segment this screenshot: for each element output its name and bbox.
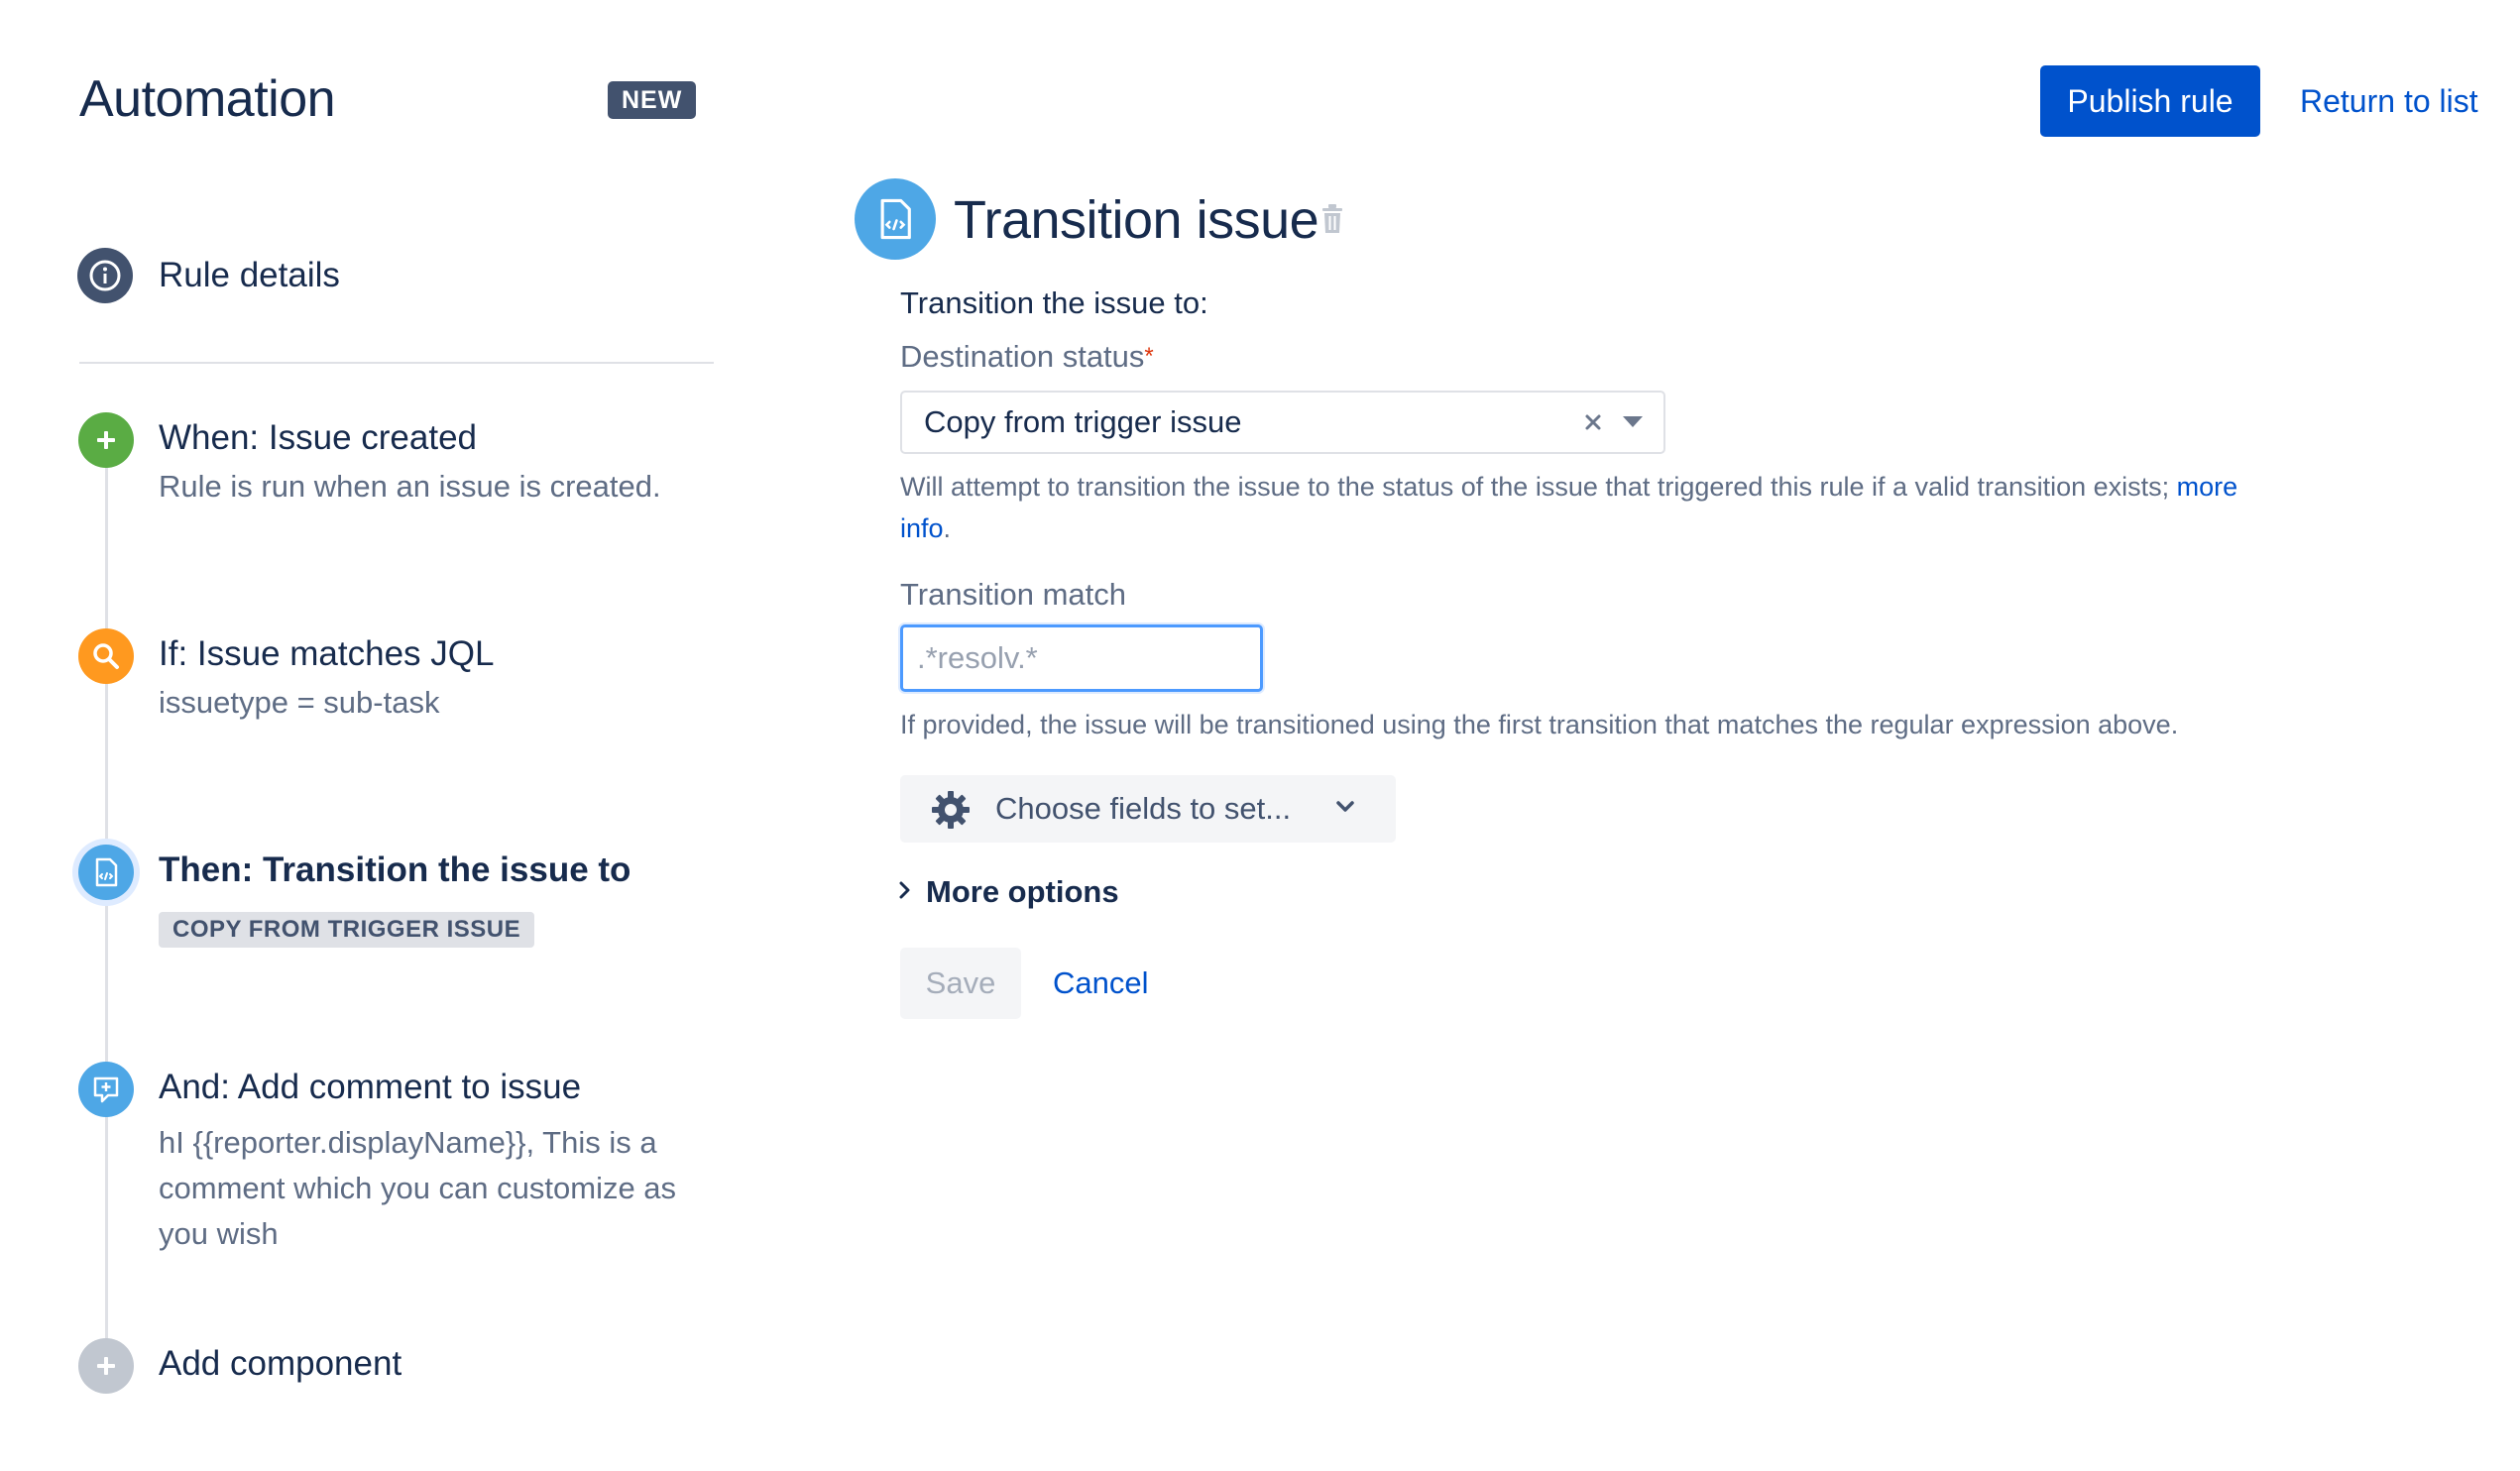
return-to-list-link[interactable]: Return to list xyxy=(2300,81,2478,121)
cancel-button[interactable]: Cancel xyxy=(1053,963,1149,1003)
new-badge: NEW xyxy=(608,81,697,119)
save-button[interactable]: Save xyxy=(900,948,1021,1019)
destination-status-select[interactable]: Copy from trigger issue xyxy=(900,391,1665,454)
step-title-trigger[interactable]: When: Issue created xyxy=(159,416,477,460)
status-lozenge: COPY FROM TRIGGER ISSUE xyxy=(159,912,535,948)
add-component-link[interactable]: Add component xyxy=(159,1342,401,1386)
required-marker: * xyxy=(1144,343,1154,370)
destination-status-value: Copy from trigger issue xyxy=(924,404,1242,439)
step-subtitle-comment-line-2: comment which you can customize as xyxy=(159,1171,677,1205)
destination-help-text: Will attempt to transition the issue to … xyxy=(900,472,2238,543)
app-title: Automation xyxy=(79,70,336,128)
info-icon xyxy=(77,248,133,303)
gear-icon xyxy=(930,789,972,836)
step-subtitle-condition: issuetype = sub-task xyxy=(159,685,440,720)
timeline-connector xyxy=(105,441,108,1363)
trash-icon[interactable] xyxy=(1320,203,1344,240)
comment-icon[interactable] xyxy=(78,1062,134,1117)
divider xyxy=(79,362,714,364)
step-title-action[interactable]: Then: Transition the issue to xyxy=(159,849,630,892)
clear-icon[interactable] xyxy=(1581,408,1607,439)
step-subtitle-trigger: Rule is run when an issue is created. xyxy=(159,469,661,504)
choose-fields-label: Choose fields to set... xyxy=(995,791,1292,826)
plus-icon[interactable] xyxy=(78,412,134,468)
chevron-right-icon xyxy=(898,880,912,905)
more-options-label: More options xyxy=(926,874,1119,909)
publish-rule-button[interactable]: Publish rule xyxy=(2040,65,2260,137)
step-subtitle-comment-line-1: hI {{reporter.displayName}}, This is a xyxy=(159,1125,657,1160)
search-icon[interactable] xyxy=(78,628,134,684)
transition-icon xyxy=(855,178,936,260)
step-title-comment[interactable]: And: Add comment to issue xyxy=(159,1066,581,1109)
transition-match-input[interactable] xyxy=(900,624,1263,692)
destination-status-label: Destination status* xyxy=(900,339,1154,374)
section-label: Transition the issue to: xyxy=(900,285,1208,320)
panel-title: Transition issue xyxy=(954,190,1319,250)
transition-icon[interactable] xyxy=(78,845,134,900)
chevron-down-icon xyxy=(1334,799,1356,820)
step-subtitle-comment-line-3: you wish xyxy=(159,1216,279,1251)
more-options-toggle[interactable]: More options xyxy=(898,870,1119,914)
rule-details-link[interactable]: Rule details xyxy=(159,254,340,297)
transition-match-label: Transition match xyxy=(900,577,1126,612)
choose-fields-button[interactable]: Choose fields to set... xyxy=(900,775,1396,843)
add-component-icon[interactable] xyxy=(78,1338,134,1394)
step-title-condition[interactable]: If: Issue matches JQL xyxy=(159,632,494,676)
transition-match-help-text: If provided, the issue will be transitio… xyxy=(900,710,2179,739)
chevron-down-icon[interactable] xyxy=(1621,414,1645,435)
